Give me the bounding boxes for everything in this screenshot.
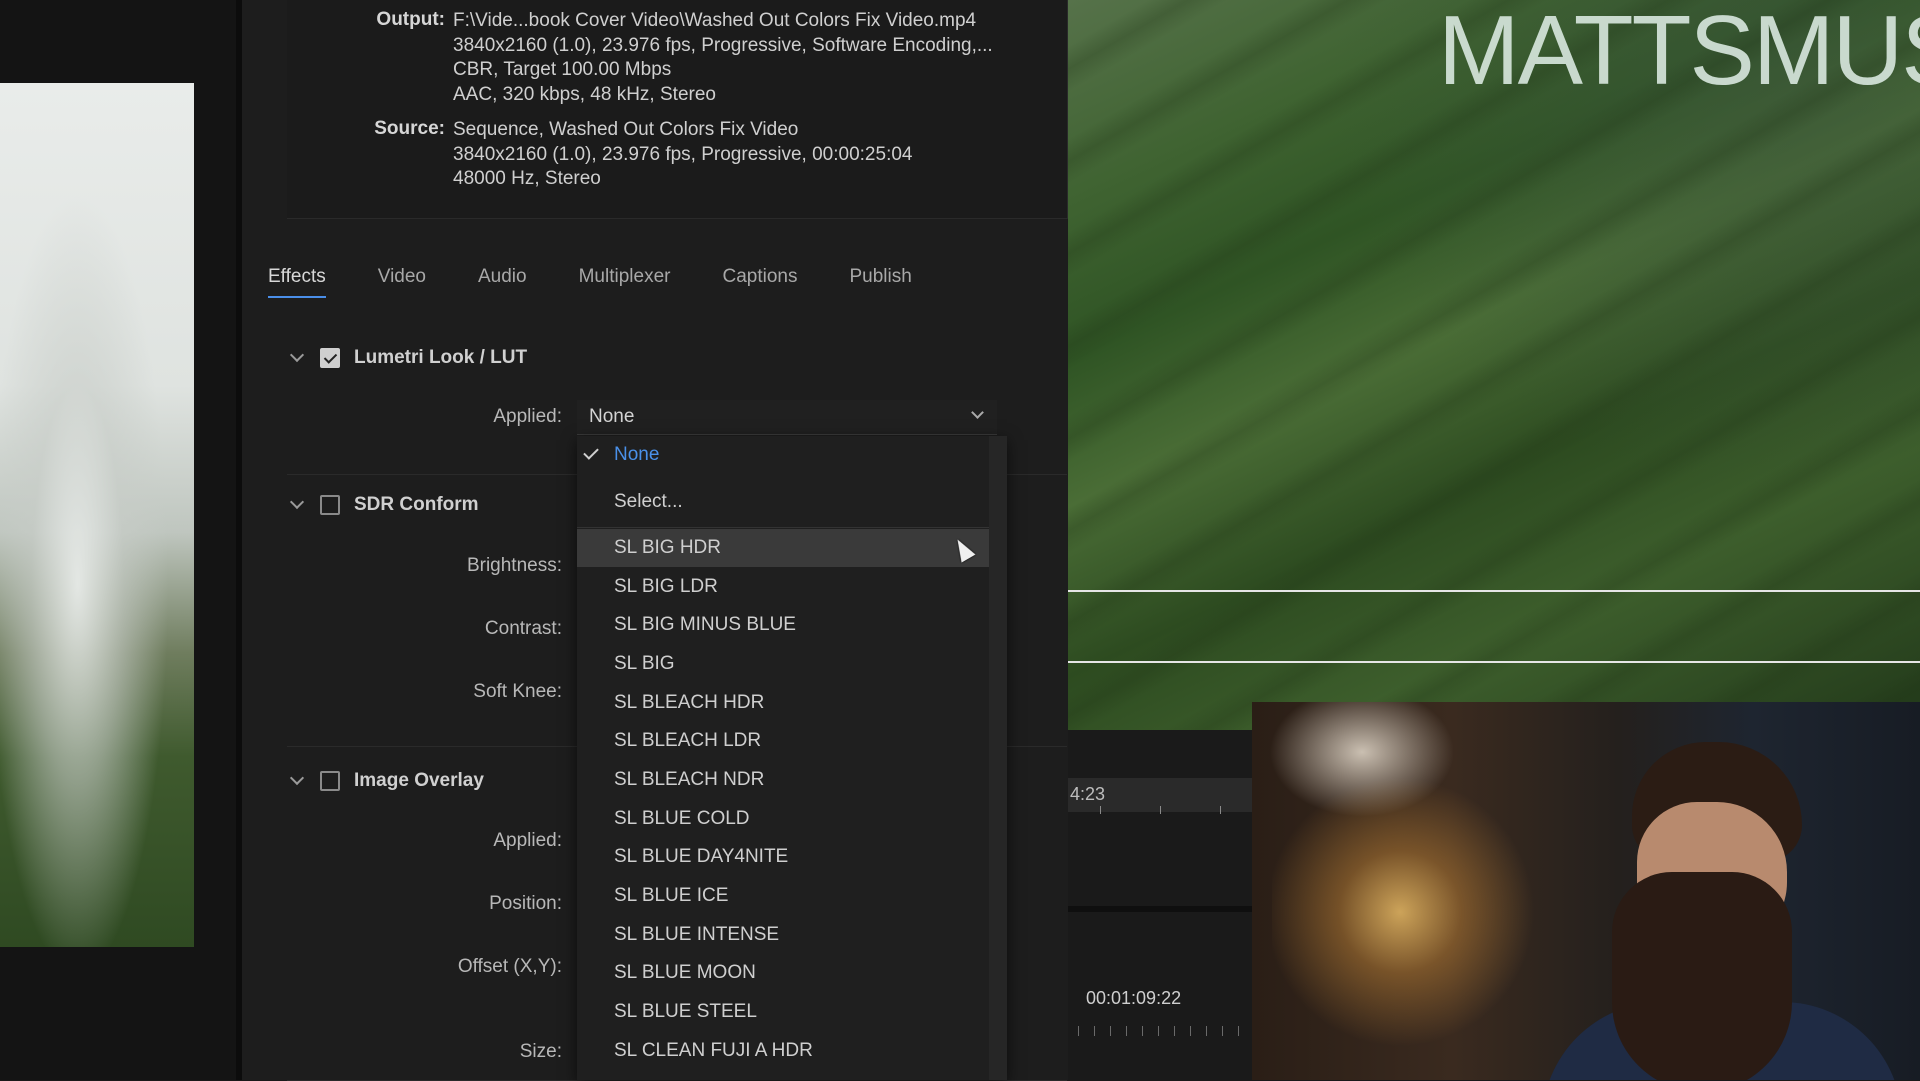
program-monitor: MATTSMUS	[1068, 0, 1920, 730]
dropdown-item-lut[interactable]: SL BLEACH HDR	[577, 684, 989, 722]
chevron-down-icon[interactable]	[290, 775, 302, 787]
lumetri-title: Lumetri Look / LUT	[354, 347, 528, 368]
chevron-down-icon[interactable]	[290, 352, 302, 364]
dropdown-item-lut[interactable]: SL BIG LDR	[577, 568, 989, 606]
brand-watermark: MATTSMUS	[1438, 0, 1920, 105]
timeline-timecode: 4:23	[1070, 784, 1106, 804]
sdr-checkbox[interactable]	[320, 495, 340, 515]
safe-guide-line	[1068, 661, 1920, 663]
output-line: 3840x2160 (1.0), 23.976 fps, Progressive…	[453, 34, 993, 56]
export-settings-panel: Output: F:\Vide...book Cover Video\Washe…	[242, 0, 1304, 1081]
export-summary: Output: F:\Vide...book Cover Video\Washe…	[287, 0, 1068, 219]
dropdown-item-lut[interactable]: SL BIG	[577, 645, 989, 683]
tab-video[interactable]: Video	[378, 258, 426, 298]
overlay-position-label: Position:	[489, 893, 562, 914]
lut-dropdown-list: None Select... SL BIG HDR SL BIG LDR SL …	[577, 436, 1007, 1080]
ruler-tick	[1100, 806, 1101, 814]
lumetri-applied-select[interactable]: None	[577, 400, 997, 435]
sdr-soft-knee-label: Soft Knee:	[473, 681, 562, 702]
output-summary-row: Output: F:\Vide...book Cover Video\Washe…	[287, 9, 993, 107]
source-line: 48000 Hz, Stereo	[453, 168, 601, 189]
dropdown-item-lut[interactable]: SL BLEACH LDR	[577, 722, 989, 760]
tab-captions[interactable]: Captions	[722, 258, 797, 298]
source-line: 3840x2160 (1.0), 23.976 fps, Progressive…	[453, 143, 913, 165]
tab-multiplexer[interactable]: Multiplexer	[579, 258, 671, 298]
chevron-down-icon	[973, 408, 983, 418]
source-label: Source:	[374, 118, 445, 139]
source-preview-panel	[0, 0, 240, 1080]
dropdown-scrollbar[interactable]	[989, 436, 1007, 1080]
ruler-tick	[1160, 806, 1161, 814]
dropdown-item-lut[interactable]: SL BLEACH NDR	[577, 761, 989, 799]
tab-publish[interactable]: Publish	[849, 258, 911, 298]
playhead-timecode[interactable]: 00:01:09:22	[1086, 988, 1181, 1009]
dropdown-item-lut[interactable]: SL BLUE MOON	[577, 954, 989, 992]
timeline-panel: 4:23 00:01:09:22	[1068, 730, 1252, 1080]
timeline-ticks	[1078, 1026, 1248, 1036]
overlay-offset-label: Offset (X,Y):	[457, 956, 562, 977]
sdr-brightness-label: Brightness:	[466, 555, 562, 576]
dropdown-item-lut[interactable]: SL BLUE INTENSE	[577, 916, 989, 954]
lumetri-checkbox[interactable]	[320, 348, 340, 368]
presenter-beard	[1612, 872, 1792, 1080]
presenter	[1542, 742, 1902, 1080]
overlay-header: Image Overlay	[290, 770, 484, 792]
ruler-tick	[1220, 806, 1221, 814]
dropdown-item-lut[interactable]: SL BIG HDR	[577, 529, 989, 567]
sdr-title: SDR Conform	[354, 494, 479, 515]
safe-guide-line	[1068, 590, 1920, 592]
dropdown-separator	[577, 527, 989, 528]
dropdown-item-lut[interactable]: SL BLUE ICE	[577, 877, 989, 915]
lumetri-applied-label: Applied:	[493, 406, 562, 427]
timeline-track[interactable]	[1068, 906, 1252, 912]
tab-effects[interactable]: Effects	[268, 258, 326, 298]
dropdown-item-select[interactable]: Select...	[577, 483, 989, 521]
overlay-size-label: Size:	[519, 1041, 562, 1062]
lumetri-applied-value: None	[589, 406, 635, 427]
sdr-header: SDR Conform	[290, 494, 479, 516]
lumetri-header: Lumetri Look / LUT	[290, 347, 527, 369]
sdr-contrast-label: Contrast:	[484, 618, 562, 639]
export-tabs: Effects Video Audio Multiplexer Captions…	[268, 258, 964, 298]
webcam-overlay	[1252, 702, 1920, 1080]
overlay-checkbox[interactable]	[320, 771, 340, 791]
output-line: F:\Vide...book Cover Video\Washed Out Co…	[453, 10, 977, 31]
dropdown-item-lut[interactable]: SL BLUE COLD	[577, 800, 989, 838]
dropdown-item-none[interactable]: None	[577, 436, 989, 474]
dropdown-item-lut[interactable]: SL BIG MINUS BLUE	[577, 606, 989, 644]
output-line: CBR, Target 100.00 Mbps	[453, 59, 672, 80]
overlay-applied-label: Applied:	[493, 830, 562, 851]
overlay-title: Image Overlay	[354, 770, 484, 791]
dropdown-item-lut[interactable]: SL BLUE STEEL	[577, 993, 989, 1031]
output-label: Output:	[376, 9, 445, 30]
source-line: Sequence, Washed Out Colors Fix Video	[453, 119, 799, 140]
chevron-down-icon[interactable]	[290, 499, 302, 511]
tab-audio[interactable]: Audio	[478, 258, 527, 298]
dropdown-item-lut[interactable]: SL CLEAN FUJI A HDR	[577, 1032, 989, 1070]
output-line: AAC, 320 kbps, 48 kHz, Stereo	[453, 83, 716, 105]
source-preview-image	[0, 83, 194, 947]
source-summary-row: Source: Sequence, Washed Out Colors Fix …	[287, 118, 912, 192]
dropdown-item-lut[interactable]: SL BLUE DAY4NITE	[577, 838, 989, 876]
